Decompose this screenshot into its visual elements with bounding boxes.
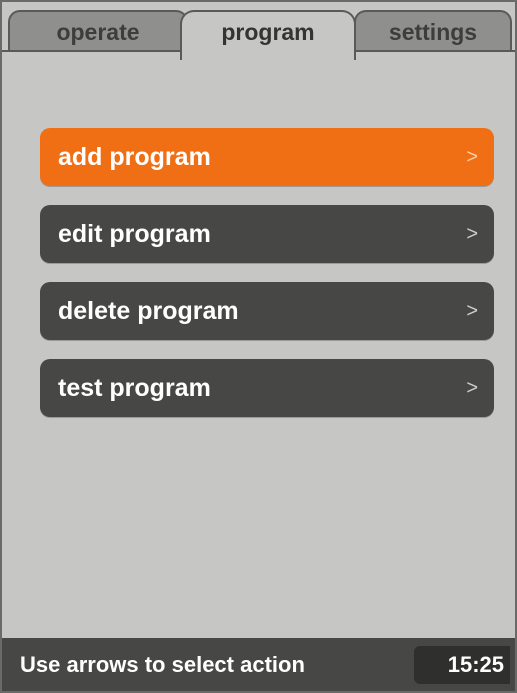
menu-item-label: edit program [58, 220, 211, 248]
clock-display: 15:25 [414, 646, 510, 684]
add-program-button[interactable]: add program > [40, 128, 494, 186]
program-menu: add program > edit program > delete prog… [40, 128, 494, 436]
chevron-right-icon: > [466, 146, 478, 168]
status-message: Use arrows to select action [20, 652, 305, 677]
chevron-right-icon: > [466, 300, 478, 322]
chevron-right-icon: > [466, 377, 478, 399]
menu-item-label: delete program [58, 297, 239, 325]
tab-settings[interactable]: settings [354, 10, 512, 52]
edit-program-button[interactable]: edit program > [40, 205, 494, 263]
test-program-button[interactable]: test program > [40, 359, 494, 417]
menu-item-label: add program [58, 143, 211, 171]
menu-item-label: test program [58, 374, 211, 402]
device-screen: operate settings program add program > e… [0, 0, 517, 693]
tab-bar: operate settings program [2, 2, 515, 60]
chevron-right-icon: > [466, 223, 478, 245]
status-bar: Use arrows to select action 15:25 [2, 638, 515, 691]
tab-operate[interactable]: operate [8, 10, 188, 52]
active-tab-gap [182, 50, 354, 53]
delete-program-button[interactable]: delete program > [40, 282, 494, 340]
